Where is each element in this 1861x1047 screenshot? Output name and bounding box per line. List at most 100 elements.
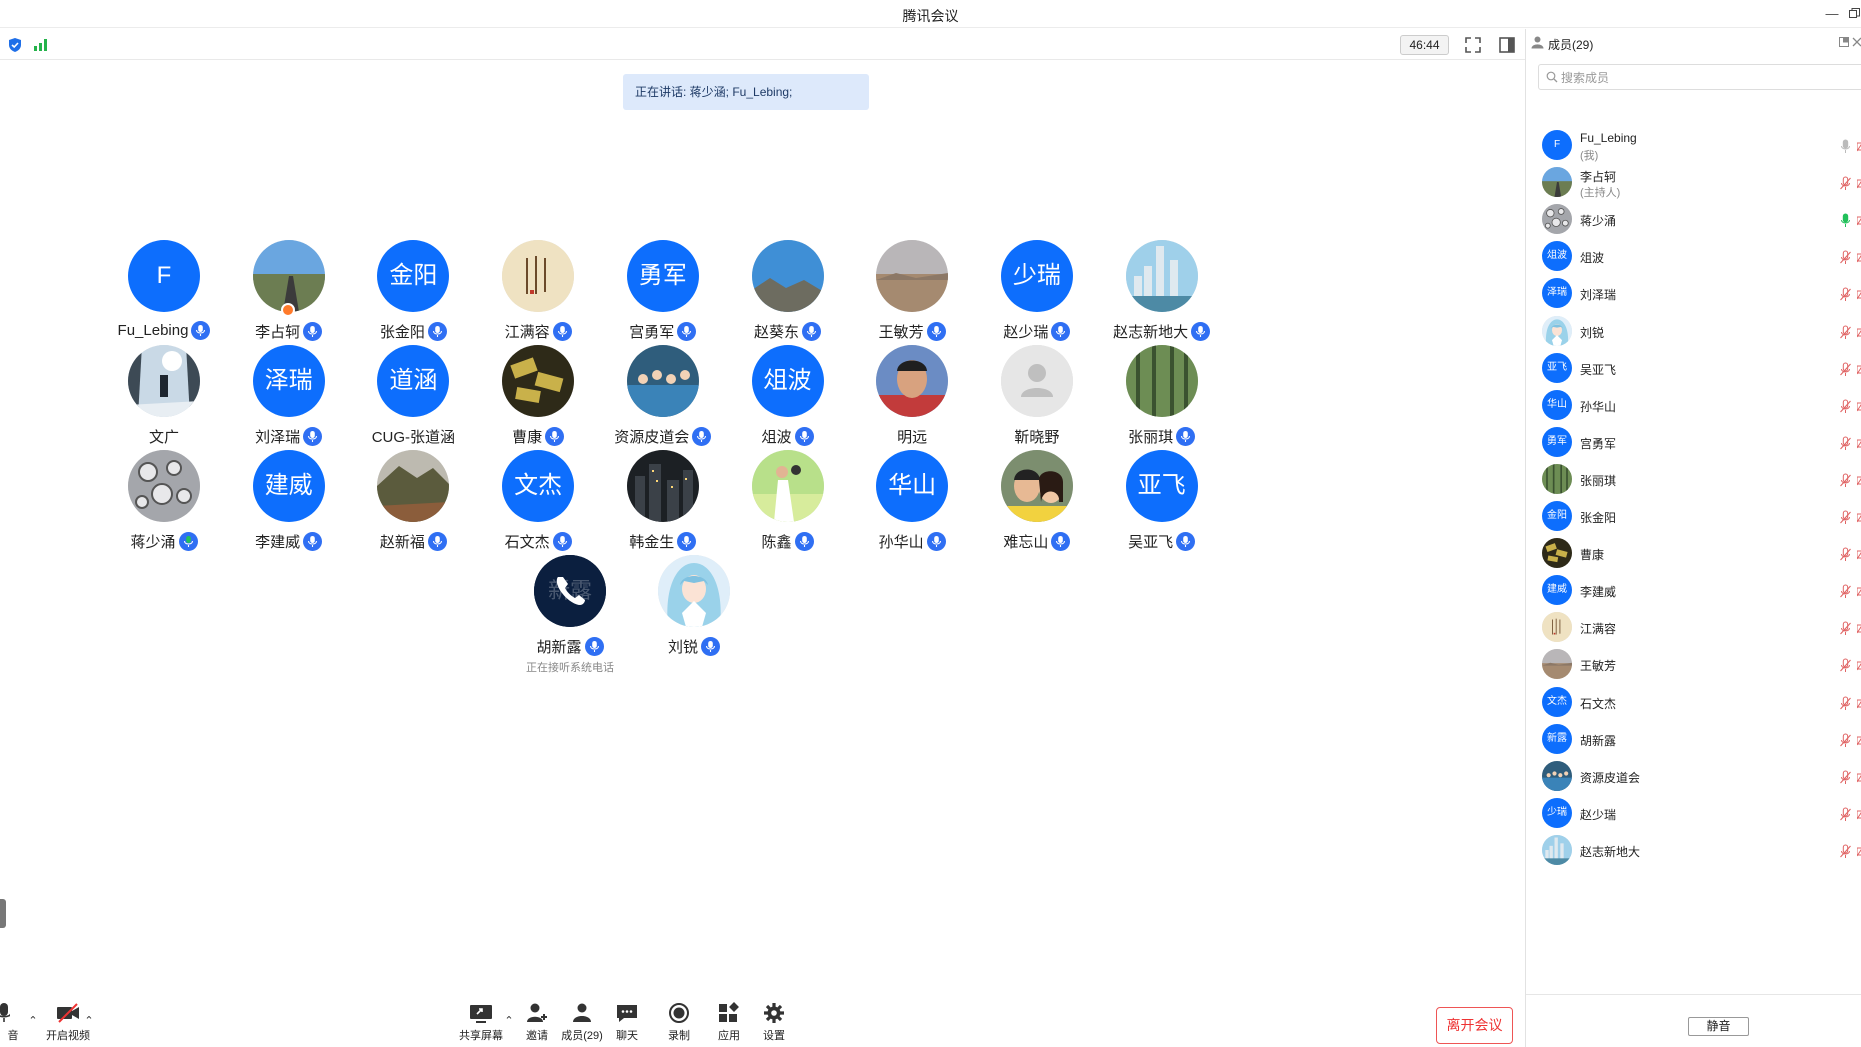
participant-gallery: F Fu_Lebing 李占轲 金阳 张金阳 江满容 勇军 宫勇军 赵葵东 王敏芳 少瑞 赵少瑞 赵志新… <box>0 0 1525 1000</box>
mute-all-button[interactable]: 静音 <box>1688 1017 1749 1036</box>
member-row[interactable]: 赵志新地大 <box>1526 829 1861 873</box>
participant-name: 赵少瑞 <box>1003 324 1049 341</box>
member-mic-muted-icon[interactable] <box>1839 436 1852 451</box>
member-video-off-icon[interactable] <box>1857 733 1861 748</box>
member-video-off-icon[interactable] <box>1857 770 1861 785</box>
member-video-off-icon[interactable] <box>1857 176 1861 191</box>
member-mic-muted-icon[interactable] <box>1839 250 1852 265</box>
member-video-off-icon[interactable] <box>1857 213 1861 228</box>
member-video-off-icon[interactable] <box>1857 473 1861 488</box>
close-panel-icon[interactable] <box>1852 37 1861 47</box>
participant-avatar: 新露 <box>534 555 606 627</box>
participant-avatar <box>751 240 824 312</box>
member-mic-muted-icon[interactable] <box>1839 510 1852 525</box>
share-screen-button[interactable]: 共享屏幕 <box>455 1002 507 1043</box>
member-video-off-icon[interactable] <box>1857 696 1861 711</box>
member-mic-muted-icon[interactable] <box>1839 696 1852 711</box>
member-video-off-icon[interactable] <box>1857 399 1861 414</box>
mic-muted-icon <box>427 532 447 551</box>
restore-icon[interactable] <box>1843 3 1861 25</box>
participant-avatar <box>751 450 824 522</box>
mic-muted-icon <box>303 322 323 341</box>
member-video-off-icon[interactable] <box>1857 621 1861 636</box>
speaking-indicator: 正在讲话: 蒋少涵; Fu_Lebing; <box>623 74 869 110</box>
member-mic-muted-icon[interactable] <box>1839 176 1852 191</box>
participant-avatar: 金阳 <box>377 240 450 312</box>
participant-avatar: 道涵 <box>377 345 450 417</box>
participant-tile[interactable]: 赵志新地大 <box>1082 240 1230 360</box>
participant-name: 宫勇军 <box>629 324 675 341</box>
record-button[interactable]: 录制 <box>653 1002 705 1043</box>
member-mic-muted-icon[interactable] <box>1839 658 1852 673</box>
participant-avatar: F <box>128 240 200 312</box>
member-video-off-icon[interactable] <box>1857 325 1861 340</box>
participant-name: 李占轲 <box>255 324 301 341</box>
member-mic-muted-icon[interactable] <box>1839 621 1852 636</box>
bottom-toolbar: 音 ⌃ 开启视频 ⌃ 共享屏幕 ⌃ 邀请 成员(29) 聊天 录制 应用 设置 … <box>0 998 1525 1047</box>
mic-muted-icon <box>794 532 814 551</box>
participant-avatar <box>626 345 699 417</box>
member-mic-muted-icon[interactable] <box>1839 770 1852 785</box>
mic-button[interactable]: 音 <box>0 1002 19 1043</box>
member-video-off-icon[interactable] <box>1857 658 1861 673</box>
settings-button[interactable]: 设置 <box>748 1002 800 1043</box>
participant-avatar <box>128 345 200 417</box>
member-avatar: 新露 <box>1542 723 1572 754</box>
member-search-input[interactable] <box>1561 69 1841 86</box>
member-name: 胡新露 <box>1580 733 1617 748</box>
participant-tile[interactable]: 亚飞 吴亚飞 <box>1082 450 1230 570</box>
member-search[interactable] <box>1538 64 1861 90</box>
member-name: 王敏芳 <box>1580 659 1617 674</box>
member-mic-muted-icon[interactable] <box>1839 807 1852 822</box>
mic-muted-icon <box>926 532 946 551</box>
participant-avatar <box>1125 240 1198 312</box>
member-avatar: 俎波 <box>1542 241 1572 272</box>
mic-muted-icon <box>552 322 572 341</box>
member-mic-muted-icon[interactable] <box>1839 547 1852 562</box>
popout-icon[interactable] <box>1839 37 1849 47</box>
leave-meeting-button[interactable]: 离开会议 <box>1436 1007 1513 1044</box>
member-mic-icon[interactable] <box>1839 139 1852 154</box>
member-mic-muted-icon[interactable] <box>1839 362 1852 377</box>
member-mic-muted-icon[interactable] <box>1839 325 1852 340</box>
member-video-off-icon[interactable] <box>1857 807 1861 822</box>
member-video-off-icon[interactable] <box>1857 362 1861 377</box>
video-off-icon <box>57 1003 79 1023</box>
member-video-off-icon[interactable] <box>1857 139 1861 154</box>
member-video-off-icon[interactable] <box>1857 547 1861 562</box>
mic-label: 音 <box>7 1030 19 1042</box>
chat-button[interactable]: 聊天 <box>601 1002 653 1043</box>
member-video-off-icon[interactable] <box>1857 436 1861 451</box>
mic-muted-icon <box>701 637 720 656</box>
member-video-off-icon[interactable] <box>1857 287 1861 302</box>
member-video-off-icon[interactable] <box>1857 844 1861 859</box>
minimize-icon[interactable]: — <box>1821 3 1843 25</box>
participant-name: 陈鑫 <box>761 534 792 551</box>
share-label: 共享屏幕 <box>459 1030 503 1042</box>
participant-tile[interactable]: 刘锐 <box>614 555 762 675</box>
participant-name: Fu_Lebing <box>117 322 189 339</box>
member-mic-muted-icon[interactable] <box>1839 844 1852 859</box>
member-avatar <box>1542 649 1572 680</box>
member-avatar <box>1542 167 1572 198</box>
participant-tile[interactable]: 张丽琪 <box>1082 345 1230 465</box>
side-drag-handle[interactable] <box>0 899 6 928</box>
participant-name: 资源皮道会 <box>614 429 690 446</box>
members-panel-footer: 静音 <box>1526 994 1861 1047</box>
participant-avatar <box>876 240 949 312</box>
member-mic-muted-icon[interactable] <box>1839 733 1852 748</box>
record-icon <box>669 1003 689 1023</box>
video-options-caret[interactable]: ⌃ <box>83 1014 95 1027</box>
member-mic-muted-icon[interactable] <box>1839 584 1852 599</box>
member-video-off-icon[interactable] <box>1857 584 1861 599</box>
member-mic-speaking-icon[interactable] <box>1839 213 1852 228</box>
member-mic-muted-icon[interactable] <box>1839 287 1852 302</box>
member-video-off-icon[interactable] <box>1857 250 1861 265</box>
mic-muted-icon <box>427 322 447 341</box>
member-video-off-icon[interactable] <box>1857 510 1861 525</box>
member-mic-muted-icon[interactable] <box>1839 399 1852 414</box>
member-mic-muted-icon[interactable] <box>1839 473 1852 488</box>
member-name: 宫勇军 <box>1580 436 1617 451</box>
member-avatar: 金阳 <box>1542 501 1572 531</box>
participant-name: 李建威 <box>255 534 301 551</box>
